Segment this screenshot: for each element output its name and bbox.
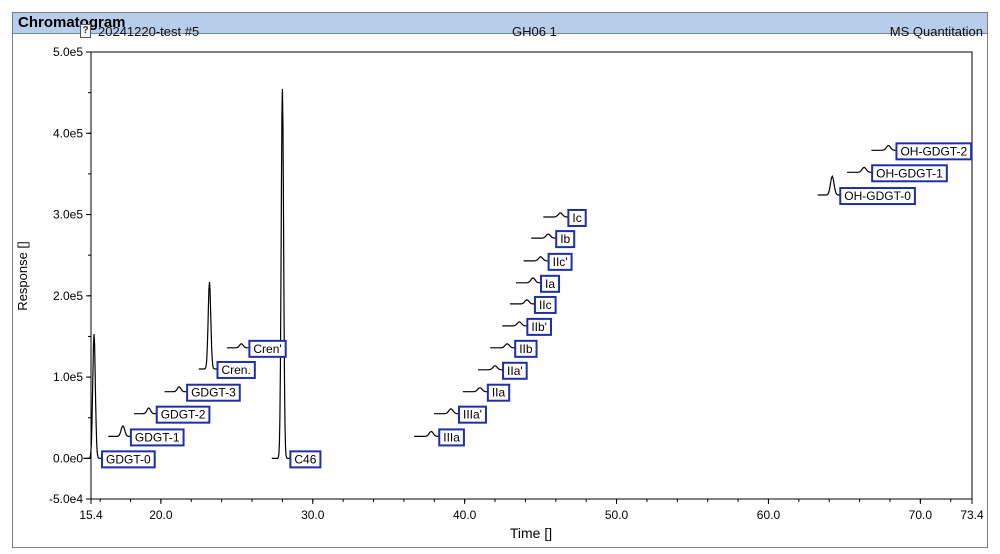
peak-label-text: GDGT-0 bbox=[106, 452, 151, 466]
peak-label[interactable]: IIc bbox=[533, 295, 557, 314]
peak-label[interactable]: OH-GDGT-1 bbox=[871, 164, 948, 183]
peak-label[interactable]: GDGT-2 bbox=[155, 405, 211, 424]
peak-label[interactable]: Ib bbox=[555, 230, 576, 249]
y-tick-label: 2.0e5 bbox=[53, 289, 83, 303]
peak-label[interactable]: Ia bbox=[540, 274, 561, 293]
peak-label-text: OH-GDGT-1 bbox=[876, 166, 943, 180]
plot-area bbox=[90, 51, 973, 500]
peak-label[interactable]: GDGT-0 bbox=[101, 450, 156, 469]
peak-label[interactable]: IIc' bbox=[547, 252, 573, 271]
x-axis: 15.4 20.0 30.0 40.0 50.0 60.0 70.0 73.4 bbox=[79, 499, 984, 522]
peak-label-text: IIb' bbox=[531, 320, 547, 334]
peak-label[interactable]: IIb bbox=[514, 339, 538, 358]
y-tick-label: 0.0e0 bbox=[53, 451, 83, 465]
peak-label-text: Ia bbox=[545, 277, 555, 291]
peak-label[interactable]: Cren. bbox=[216, 360, 256, 379]
y-tick-label: -5.0e4 bbox=[49, 492, 83, 506]
peak-label-text: IIIa' bbox=[463, 408, 482, 422]
peak-label[interactable]: OH-GDGT-0 bbox=[839, 187, 916, 206]
peak-label-text: Ib bbox=[560, 232, 570, 246]
peak-label[interactable]: Ic bbox=[567, 208, 587, 227]
peak-label-text: IIc' bbox=[553, 255, 568, 269]
peak-label-text: Cren. bbox=[221, 363, 250, 377]
x-tick-label: 20.0 bbox=[149, 508, 173, 522]
peak-label[interactable]: OH-GDGT-2 bbox=[895, 142, 973, 161]
y-tick-label: 5.0e5 bbox=[53, 45, 83, 59]
peak-label[interactable]: IIb' bbox=[526, 317, 552, 336]
x-tick-label: 50.0 bbox=[605, 508, 629, 522]
peak-label[interactable]: GDGT-3 bbox=[186, 383, 241, 402]
x-tick-label: 40.0 bbox=[453, 508, 477, 522]
peak-label-text: GDGT-2 bbox=[161, 408, 206, 422]
x-tick-label: 15.4 bbox=[79, 508, 103, 522]
peak-label[interactable]: IIIa' bbox=[457, 405, 487, 424]
x-tick-label: 30.0 bbox=[301, 508, 325, 522]
peak-label[interactable]: IIa bbox=[486, 383, 511, 402]
y-tick-label: 4.0e5 bbox=[53, 126, 83, 140]
peak-label[interactable]: Cren' bbox=[248, 339, 287, 358]
peak-label[interactable]: C46 bbox=[289, 450, 322, 469]
x-axis-label: Time [] bbox=[510, 525, 552, 541]
y-tick-label: 1.0e5 bbox=[53, 370, 83, 384]
peak-label-text: IIIa bbox=[443, 430, 460, 444]
peak-label-text: IIa bbox=[492, 386, 506, 400]
peak-label-text: GDGT-1 bbox=[135, 430, 180, 444]
peak-label-text: OH-GDGT-0 bbox=[844, 189, 911, 203]
peak-label-text: IIc bbox=[539, 298, 552, 312]
peak-label[interactable]: IIIa bbox=[438, 428, 465, 447]
peak-label-text: GDGT-3 bbox=[191, 386, 236, 400]
y-axis: 5.0e5 4.0e5 3.0e5 2.0e5 1.0e5 0.0e0 -5.0e4 bbox=[49, 45, 91, 506]
y-axis-label: Response [] bbox=[15, 241, 30, 310]
peak-label-text: C46 bbox=[294, 452, 316, 466]
peak-label-text: OH-GDGT-2 bbox=[900, 144, 967, 158]
peak-label-text: IIb bbox=[519, 342, 533, 356]
peak-label[interactable]: GDGT-1 bbox=[129, 428, 185, 447]
peak-label-text: IIa' bbox=[507, 364, 523, 378]
peak-label-text: Cren' bbox=[253, 342, 281, 356]
peak-label-text: Ic bbox=[572, 211, 581, 225]
y-tick-label: 3.0e5 bbox=[53, 208, 83, 222]
peak-label[interactable]: IIa' bbox=[502, 361, 528, 380]
chromatogram-plot[interactable]: 5.0e5 4.0e5 3.0e5 2.0e5 1.0e5 0.0e0 -5.0e4 15.… bbox=[0, 0, 1000, 554]
x-tick-label: 73.4 bbox=[960, 508, 984, 522]
x-tick-label: 60.0 bbox=[757, 508, 781, 522]
x-tick-label: 70.0 bbox=[909, 508, 933, 522]
peak-labels: GDGT-0 GDGT-1 GDGT-2 GDGT-3 Cren.Cren' C46 III… bbox=[101, 142, 973, 469]
chromatogram-trace bbox=[83, 88, 906, 459]
